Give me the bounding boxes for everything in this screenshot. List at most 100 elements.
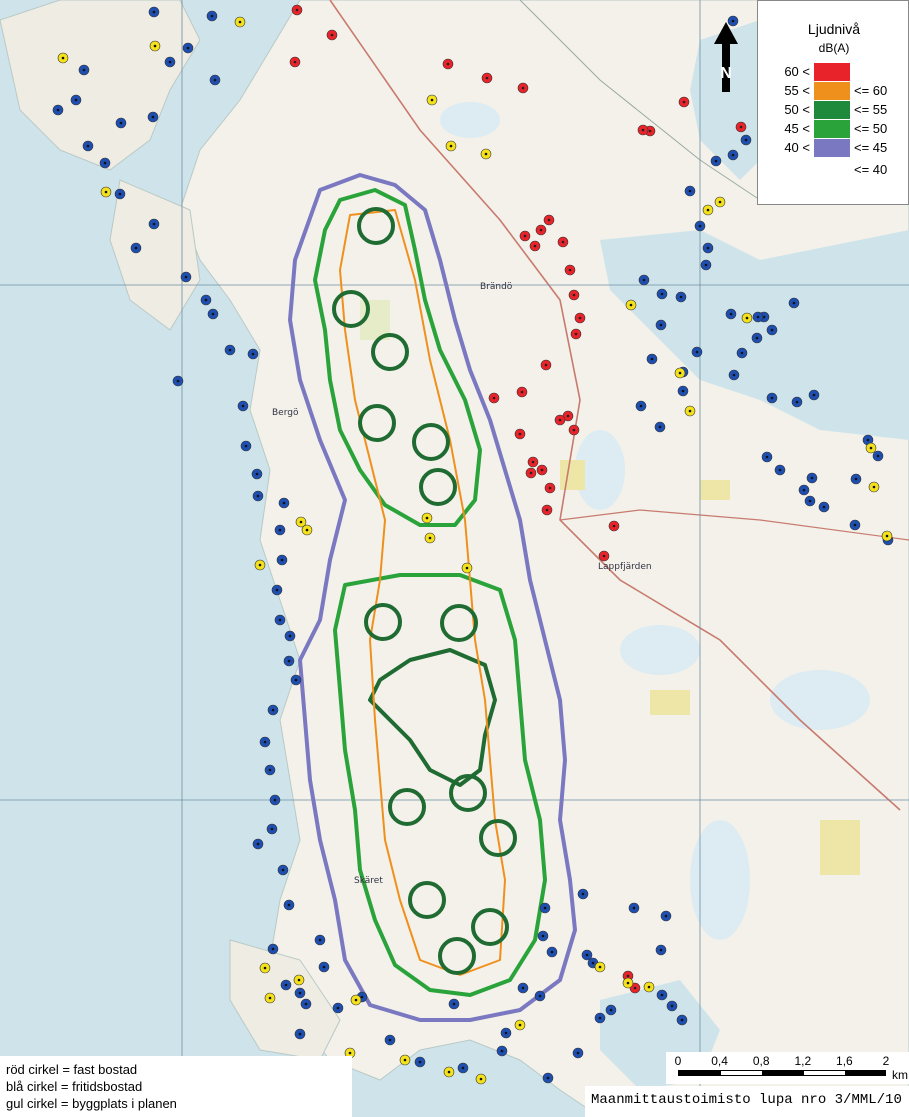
fast-bostad-marker-center	[521, 86, 525, 90]
fritidsbostad-marker-center	[210, 14, 214, 18]
fritidsbostad-marker-center	[152, 222, 156, 226]
fritidsbostad-marker-center	[273, 798, 277, 802]
byggplats-marker-center	[61, 56, 65, 60]
fast-bostad-marker-center	[533, 244, 537, 248]
fritidsbostad-marker-center	[812, 393, 816, 397]
fritidsbostad-marker-center	[284, 983, 288, 987]
fritidsbostad-marker-center	[598, 1016, 602, 1020]
marker-caption: röd cirkel = fast bostad blå cirkel = fr…	[0, 1056, 352, 1117]
byggplats-marker-center	[153, 44, 157, 48]
fritidsbostad-marker-center	[581, 892, 585, 896]
field-3	[560, 460, 585, 490]
fritidsbostad-marker-center	[695, 350, 699, 354]
fast-bostad-marker-center	[574, 332, 578, 336]
fast-bostad-marker-center	[523, 234, 527, 238]
fast-bostad-marker-center	[446, 62, 450, 66]
fritidsbostad-marker-center	[287, 659, 291, 663]
fritidsbostad-marker-center	[318, 938, 322, 942]
fast-bostad-marker-center	[578, 316, 582, 320]
fritidsbostad-marker-center	[550, 950, 554, 954]
fritidsbostad-marker-center	[795, 400, 799, 404]
scale-bar: 0 0,4 0,8 1,2 1,6 2 km	[666, 1052, 909, 1084]
fast-bostad-marker-center	[520, 390, 524, 394]
byggplats-marker-center	[268, 996, 272, 1000]
legend-row-55: 55 < <= 60	[758, 82, 909, 100]
fritidsbostad-marker-center	[278, 618, 282, 622]
fast-bostad-marker-center	[485, 76, 489, 80]
fast-bostad-marker-center	[529, 471, 533, 475]
legend-row-45: 45 < <= 50	[758, 120, 909, 138]
fritidsbostad-marker-center	[298, 991, 302, 995]
fast-bostad-marker-center	[548, 486, 552, 490]
license-text: Maanmittaustoimisto lupa nro 3/MML/10	[591, 1092, 902, 1108]
legend-swatch	[814, 120, 850, 138]
lake-5	[440, 102, 500, 138]
fritidsbostad-marker-center	[82, 68, 86, 72]
fritidsbostad-marker-center	[808, 499, 812, 503]
fritidsbostad-marker-center	[704, 263, 708, 267]
fast-bostad-marker-center	[531, 460, 535, 464]
legend-lower: 55 <	[784, 83, 810, 98]
fritidsbostad-marker-center	[151, 115, 155, 119]
fritidsbostad-marker-center	[576, 1051, 580, 1055]
fritidsbostad-marker-center	[186, 46, 190, 50]
fritidsbostad-marker-center	[288, 634, 292, 638]
license-box: Maanmittaustoimisto lupa nro 3/MML/10	[585, 1086, 909, 1117]
fritidsbostad-marker-center	[639, 404, 643, 408]
fast-bostad-marker-center	[539, 228, 543, 232]
place-label-3: Lappfjärden	[598, 562, 652, 572]
fast-bostad-marker-center	[739, 125, 743, 129]
byggplats-marker-center	[465, 566, 469, 570]
fritidsbostad-marker-center	[609, 1008, 613, 1012]
fritidsbostad-marker-center	[658, 425, 662, 429]
byggplats-marker-center	[348, 1051, 352, 1055]
fast-bostad-marker-center	[626, 974, 630, 978]
byggplats-marker-center	[428, 536, 432, 540]
fritidsbostad-marker-center	[744, 138, 748, 142]
legend-upper: <= 55	[854, 102, 888, 117]
legend-swatch	[814, 82, 850, 100]
fritidsbostad-marker-center	[731, 153, 735, 157]
fritidsbostad-marker-center	[538, 994, 542, 998]
fritidsbostad-marker-center	[268, 768, 272, 772]
fritidsbostad-marker-center	[670, 1004, 674, 1008]
north-arrow-icon: N	[708, 22, 744, 92]
fritidsbostad-marker-center	[521, 986, 525, 990]
fast-bostad-marker-center	[492, 396, 496, 400]
scale-bar-graphic	[678, 1070, 886, 1076]
fritidsbostad-marker-center	[74, 98, 78, 102]
fritidsbostad-marker-center	[304, 1002, 308, 1006]
lake-3	[770, 670, 870, 730]
fritidsbostad-marker-center	[706, 246, 710, 250]
byggplats-marker-center	[403, 1058, 407, 1062]
fritidsbostad-marker-center	[541, 934, 545, 938]
fast-bostad-marker-center	[558, 418, 562, 422]
byggplats-marker-center	[258, 563, 262, 567]
fast-bostad-marker-center	[518, 432, 522, 436]
legend: Ljudnivå dB(A) 60 < 55 < <= 60 50 < <= 5…	[757, 0, 909, 205]
fritidsbostad-marker-center	[822, 505, 826, 509]
lake-2	[690, 820, 750, 940]
scale-unit: km	[892, 1068, 908, 1082]
byggplats-marker-center	[299, 520, 303, 524]
fritidsbostad-marker-center	[278, 528, 282, 532]
fritidsbostad-marker-center	[251, 352, 255, 356]
fritidsbostad-marker-center	[280, 558, 284, 562]
fritidsbostad-marker-center	[255, 472, 259, 476]
legend-lower: 60 <	[784, 64, 810, 79]
fast-bostad-marker-center	[682, 100, 686, 104]
fritidsbostad-marker-center	[86, 144, 90, 148]
fritidsbostad-marker-center	[118, 192, 122, 196]
legend-lower: 50 <	[784, 102, 810, 117]
scale-segment	[679, 1071, 721, 1075]
fritidsbostad-marker-center	[244, 444, 248, 448]
fritidsbostad-marker-center	[504, 1031, 508, 1035]
fast-bostad-marker-center	[540, 468, 544, 472]
place-label-1: Brändö	[480, 282, 513, 292]
fritidsbostad-marker-center	[591, 961, 595, 965]
caption-yellow: gul cirkel = byggplats i planen	[6, 1096, 177, 1111]
fritidsbostad-marker-center	[103, 161, 107, 165]
byggplats-marker-center	[885, 534, 889, 538]
fritidsbostad-marker-center	[650, 357, 654, 361]
byggplats-marker-center	[425, 516, 429, 520]
